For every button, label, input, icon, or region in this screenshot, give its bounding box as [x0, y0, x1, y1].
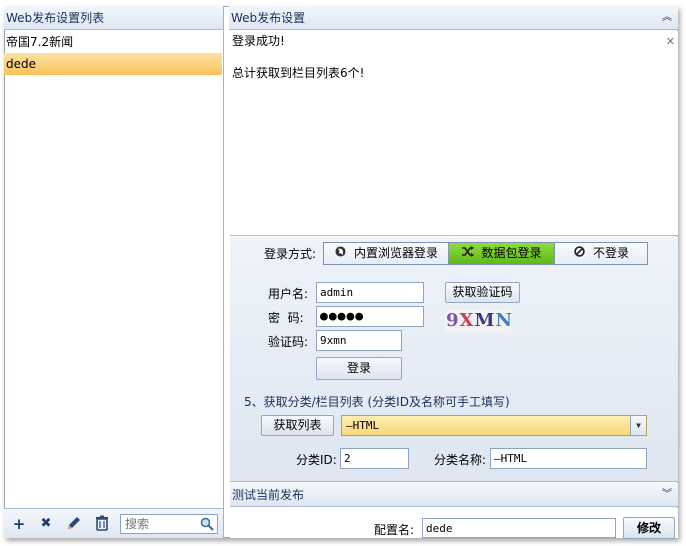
- chevron-down-icon[interactable]: ▼: [630, 416, 646, 435]
- publish-settings-panel: Web发布设置 ︽ 登录成功! 总计获取到栏目列表6个! ✕ 登录方式: 内置浏…: [229, 6, 678, 539]
- config-name-label: 配置名:: [374, 523, 415, 537]
- login-method-selector: 内置浏览器登录 数据包登录 不登录: [323, 242, 648, 265]
- globe-icon: [334, 243, 348, 264]
- panel-title-text: Web发布设置: [231, 11, 306, 25]
- category-id-label: 分类ID:: [296, 453, 337, 467]
- category-name-field[interactable]: —HTML: [490, 448, 647, 469]
- password-label: 密 码:: [268, 311, 304, 325]
- block-icon: [573, 243, 587, 264]
- search-input[interactable]: [121, 515, 197, 533]
- add-icon[interactable]: +: [10, 515, 28, 533]
- publish-list: 帝国7.2新闻 dede: [4, 31, 222, 75]
- username-label: 用户名:: [268, 287, 309, 301]
- search-box[interactable]: [120, 514, 218, 534]
- tab-label: 数据包登录: [481, 246, 542, 260]
- publish-list-title: Web发布设置列表: [4, 6, 223, 30]
- log-line: 登录成功!: [232, 34, 285, 48]
- captcha-field[interactable]: 9xmn: [316, 330, 402, 351]
- captcha-label: 验证码:: [268, 335, 309, 349]
- username-field[interactable]: admin: [316, 282, 424, 303]
- no-login-tab[interactable]: 不登录: [555, 243, 647, 264]
- list-toolbar: + ✖: [4, 508, 223, 538]
- list-item-selected[interactable]: dede: [4, 53, 222, 75]
- shuffle-icon: [461, 243, 475, 264]
- collapse-up-icon[interactable]: ︽: [662, 6, 672, 29]
- close-icon[interactable]: ✕: [666, 35, 675, 48]
- category-select-value: —HTML: [346, 419, 380, 432]
- test-publish-title: 测试当前发布: [232, 488, 305, 502]
- config-name-field[interactable]: dede: [422, 518, 616, 538]
- category-section-title: 5、获取分类/栏目列表 (分类ID及名称可手工填写): [244, 395, 510, 409]
- modify-button[interactable]: 修改: [623, 517, 675, 539]
- get-captcha-button[interactable]: 获取验证码: [445, 282, 520, 303]
- trash-icon[interactable]: [93, 515, 111, 533]
- fetch-list-button[interactable]: 获取列表: [261, 415, 334, 436]
- category-id-field[interactable]: 2: [340, 448, 409, 469]
- login-method-label: 登录方式:: [264, 247, 317, 261]
- login-button[interactable]: 登录: [316, 357, 402, 380]
- category-select[interactable]: —HTML ▼: [341, 415, 647, 436]
- log-line: 总计获取到栏目列表6个!: [232, 66, 365, 80]
- config-row: 配置名: dede 修改: [230, 508, 678, 539]
- publish-settings-title: Web发布设置 ︽: [229, 6, 678, 30]
- password-field[interactable]: ●●●●●: [316, 306, 424, 327]
- output-log: 登录成功! 总计获取到栏目列表6个! ✕: [230, 31, 678, 236]
- tab-label: 内置浏览器登录: [353, 246, 438, 260]
- tab-label: 不登录: [592, 246, 629, 260]
- delete-icon[interactable]: ✖: [37, 515, 55, 533]
- pencil-icon[interactable]: [65, 515, 83, 533]
- expand-down-icon[interactable]: ︾: [662, 483, 672, 507]
- captcha-image: 9XMN: [445, 310, 513, 332]
- packet-login-tab[interactable]: 数据包登录: [449, 243, 555, 264]
- search-icon[interactable]: [200, 517, 214, 531]
- builtin-browser-login-tab[interactable]: 内置浏览器登录: [324, 243, 449, 264]
- category-name-label: 分类名称:: [434, 453, 487, 467]
- test-publish-header[interactable]: 测试当前发布 ︾: [230, 483, 678, 507]
- list-item[interactable]: 帝国7.2新闻: [4, 31, 222, 53]
- publish-list-panel: Web发布设置列表 帝国7.2新闻 dede + ✖: [4, 6, 224, 538]
- login-form: 登录方式: 内置浏览器登录 数据包登录 不登录 用户名: admin 获取验证码…: [230, 237, 678, 482]
